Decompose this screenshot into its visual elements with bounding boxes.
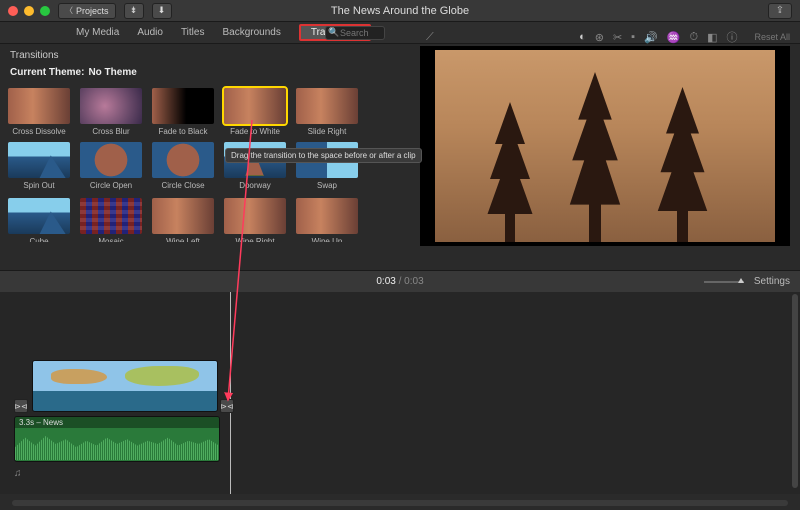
playhead-time: 0:03 / 0:03	[376, 276, 423, 287]
transition-item[interactable]: Cross Dissolve	[8, 88, 70, 136]
wand-icon[interactable]: ⟋	[426, 31, 434, 44]
clip-thumbnail	[33, 361, 217, 411]
transition-item[interactable]: Cube	[8, 198, 70, 242]
reset-all-button[interactable]: Reset All	[754, 32, 790, 42]
settings-button[interactable]: Settings	[754, 276, 790, 287]
share-icon: ⇪	[776, 5, 784, 16]
timeline[interactable]: ⊳⊲ ⊳⊲ 3.3s – News ♫	[0, 292, 800, 494]
window-controls	[8, 6, 50, 16]
video-clip[interactable]	[32, 360, 218, 412]
drag-tooltip: Drag the transition to the space before …	[225, 148, 422, 163]
filter-icon[interactable]: ◧	[707, 31, 717, 44]
tree-graphic	[485, 102, 535, 242]
transition-item[interactable]: Spin Out	[8, 142, 70, 190]
timeline-toolbar: 0:03 / 0:03 Settings	[0, 270, 800, 292]
import-button[interactable]: ⇟	[124, 3, 144, 19]
tab-backgrounds[interactable]: Backgrounds	[222, 27, 280, 38]
color-balance-icon[interactable]: ◐	[579, 31, 586, 43]
color-correct-icon[interactable]: ⊛	[595, 31, 604, 44]
minimize-window-button[interactable]	[24, 6, 34, 16]
crop-icon[interactable]: ✂	[613, 31, 622, 44]
project-title: The News Around the Globe	[331, 5, 469, 17]
transition-item[interactable]: Fade to Black	[152, 88, 214, 136]
projects-label: Projects	[76, 6, 109, 16]
waveform	[15, 428, 219, 460]
transition-item[interactable]: Mosaic	[80, 198, 142, 242]
preview-video-frame	[435, 50, 775, 242]
share-button[interactable]: ⇪	[768, 3, 792, 19]
preview-toolbar: ⟋ ◐ ⊛ ✂ ▪ 🔊 ♒ ⏱ ◧ ⓘ Reset All	[420, 28, 790, 46]
maximize-window-button[interactable]	[40, 6, 50, 16]
tree-graphic	[655, 87, 710, 242]
transition-slot-right[interactable]: ⊳⊲	[220, 399, 234, 413]
stabilize-icon[interactable]: ▪	[631, 31, 635, 43]
preview-pane[interactable]	[420, 46, 790, 246]
tree-graphic	[565, 72, 625, 242]
speed-icon[interactable]: ⏱	[689, 31, 698, 44]
volume-icon[interactable]: 🔊	[644, 31, 658, 44]
transition-item[interactable]: Fade to White	[224, 88, 286, 136]
transition-slot-left[interactable]: ⊳⊲	[14, 399, 28, 413]
transitions-browser-row3: Cube Mosaic Wipe Left Wipe Right Wipe Up	[0, 194, 400, 242]
transition-item[interactable]: Circle Close	[152, 142, 214, 190]
title-bar: 〈 Projects ⇟ ⬇ The News Around the Globe…	[0, 0, 800, 22]
info-icon[interactable]: ⓘ	[726, 29, 737, 45]
tab-audio[interactable]: Audio	[137, 27, 163, 38]
transition-item[interactable]: Cross Blur	[80, 88, 142, 136]
search-icon: 🔍	[328, 27, 339, 38]
zoom-marker-icon	[738, 278, 744, 283]
audio-clip[interactable]: 3.3s – News	[14, 416, 220, 462]
theme-label: Current Theme:	[10, 67, 84, 78]
vertical-scrollbar[interactable]	[792, 294, 798, 488]
transition-item[interactable]: Wipe Up	[296, 198, 358, 242]
zoom-slider[interactable]	[704, 281, 744, 283]
transition-item[interactable]: Wipe Right	[224, 198, 286, 242]
time-current: 0:03	[376, 276, 395, 287]
music-track-icon[interactable]: ♫	[14, 468, 22, 479]
library-button[interactable]: ⬇	[152, 3, 172, 19]
audio-clip-label: 3.3s – News	[15, 417, 219, 428]
transition-item[interactable]: Wipe Left	[152, 198, 214, 242]
tab-my-media[interactable]: My Media	[76, 27, 119, 38]
transitions-browser: Cross Dissolve Cross Blur Fade to Black …	[0, 84, 400, 194]
tab-titles[interactable]: Titles	[181, 27, 205, 38]
search-wrap: 🔍	[325, 26, 385, 40]
close-window-button[interactable]	[8, 6, 18, 16]
noise-icon[interactable]: ♒	[667, 31, 681, 44]
chevron-left-icon: 〈	[65, 5, 73, 16]
transition-item[interactable]: Circle Open	[80, 142, 142, 190]
playhead[interactable]	[230, 292, 231, 494]
horizontal-scrollbar[interactable]	[12, 500, 788, 506]
transition-item[interactable]: Slide Right	[296, 88, 358, 136]
time-total: 0:03	[404, 276, 423, 287]
theme-value: No Theme	[88, 67, 136, 78]
projects-back-button[interactable]: 〈 Projects	[58, 3, 116, 19]
